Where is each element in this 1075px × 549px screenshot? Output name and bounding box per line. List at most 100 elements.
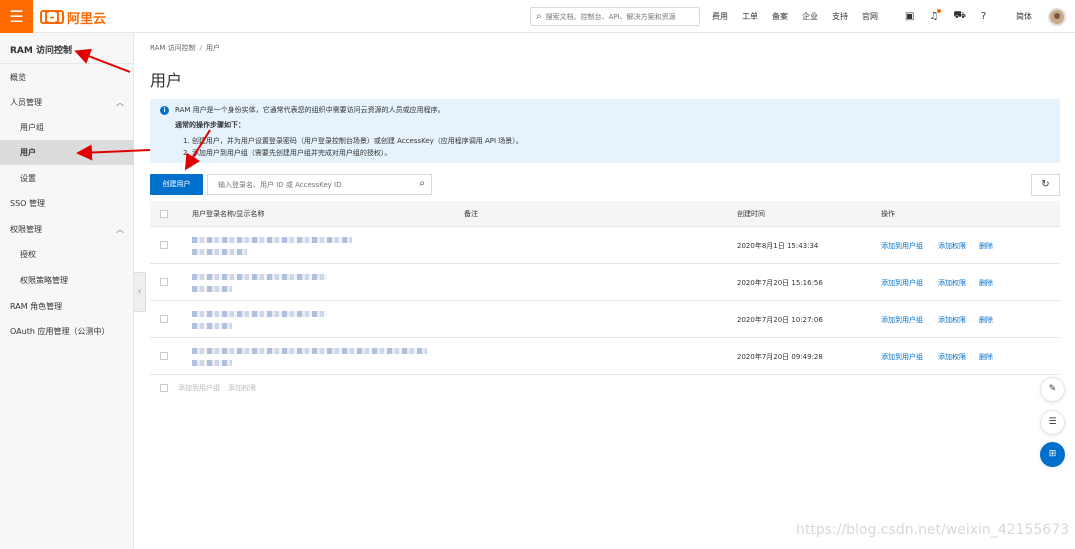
language-switch[interactable]: 简体 [1016, 11, 1032, 22]
table-row: 2020年8月1日 15:43:34 添加到用户组 添加权限 删除 [150, 227, 1060, 264]
add-permission-link[interactable]: 添加权限 [938, 352, 966, 362]
select-all-checkbox[interactable] [160, 210, 168, 218]
sidebar-title[interactable]: RAM 访问控制 [10, 43, 72, 56]
table-row: 2020年7月20日 10:27:06 添加到用户组 添加权限 删除 [150, 301, 1060, 338]
add-to-group-link[interactable]: 添加到用户组 [881, 315, 923, 325]
table-row: 2020年7月20日 15:16:56 添加到用户组 添加权限 删除 [150, 264, 1060, 301]
apps-grid-icon: ⊞ [1048, 449, 1057, 459]
sidebar-item-grants[interactable]: 授权 [0, 242, 134, 267]
breadcrumb-separator: / [199, 44, 202, 52]
sidebar-collapse-handle[interactable]: ‹ [134, 272, 146, 312]
redacted-display-name [192, 286, 232, 292]
refresh-icon: ↻ [1041, 179, 1050, 190]
add-permission-link[interactable]: 添加权限 [938, 315, 966, 325]
nav-link-support[interactable]: 支持 [832, 11, 848, 22]
cart-icon[interactable]: ⛟ [953, 10, 966, 23]
sidebar-item-sso[interactable]: SSO 管理 [0, 191, 134, 216]
chat-button[interactable]: ☰ [1040, 410, 1065, 435]
sidebar-item-policies[interactable]: 权限策略管理 [0, 268, 134, 293]
sidebar-item-label: OAuth 应用管理（公测中） [10, 327, 110, 336]
global-search-input[interactable] [545, 12, 686, 21]
help-icon[interactable]: ? [981, 11, 986, 22]
column-header: 创建时间 [737, 210, 765, 218]
nav-link-official-site[interactable]: 官网 [862, 11, 878, 22]
sidebar-item-label: 授权 [20, 250, 36, 259]
sidebar-item-roles[interactable]: RAM 角色管理 [0, 294, 134, 319]
sidebar-item-label: SSO 管理 [10, 199, 45, 208]
user-search-input[interactable] [218, 180, 408, 189]
nav-link-tickets[interactable]: 工单 [742, 11, 758, 22]
sidebar-item-label: 设置 [20, 174, 36, 183]
logo-mark: [-] [40, 10, 64, 24]
delete-link[interactable]: 删除 [979, 241, 993, 251]
avatar[interactable] [1048, 8, 1066, 26]
notice-step: 2. 添加用户到用户组（需要先创建用户组并完成对用户组的授权）。 [183, 149, 392, 157]
bell-icon[interactable]: ♫ [929, 9, 942, 22]
add-to-group-link[interactable]: 添加到用户组 [881, 241, 923, 251]
apps-button[interactable]: ⊞ [1040, 442, 1065, 467]
breadcrumb-current: 用户 [206, 44, 220, 52]
terminal-icon[interactable]: ▣ [905, 11, 914, 22]
refresh-button[interactable]: ↻ [1031, 174, 1060, 196]
delete-link[interactable]: 删除 [979, 315, 993, 325]
sidebar-item-label: 用户组 [20, 123, 44, 132]
breadcrumb-root[interactable]: RAM 访问控制 [150, 44, 196, 52]
nav-link-enterprise[interactable]: 企业 [802, 11, 818, 22]
add-permission-link[interactable]: 添加权限 [938, 241, 966, 251]
redacted-display-name [192, 249, 247, 255]
redacted-username [192, 274, 327, 280]
sidebar-item-settings[interactable]: 设置 [0, 166, 134, 191]
notice-step: 1. 创建用户，并为用户设置登录密码（用户登录控制台场景）或创建 AccessK… [183, 137, 523, 145]
chevron-up-icon: ︿ [116, 225, 124, 234]
nav-link-icp[interactable]: 备案 [772, 11, 788, 22]
sidebar-group-identities[interactable]: 人员管理 ︿ [0, 90, 134, 115]
redacted-username [192, 237, 352, 243]
user-search[interactable]: ⌕ [207, 174, 432, 195]
sidebar-item-users[interactable]: 用户 [0, 140, 134, 165]
batch-actions: 添加到用户组 添加权限 [160, 383, 256, 393]
batch-select-checkbox[interactable] [160, 384, 168, 392]
column-header: 备注 [464, 210, 478, 218]
add-to-group-link[interactable]: 添加到用户组 [881, 352, 923, 362]
row-checkbox[interactable] [160, 315, 168, 323]
search-icon[interactable]: ⌕ [419, 178, 425, 189]
redacted-username [192, 348, 427, 354]
sidebar-item-oauth[interactable]: OAuth 应用管理（公测中） [0, 319, 134, 344]
row-checkbox[interactable] [160, 241, 168, 249]
sidebar-item-groups[interactable]: 用户组 [0, 115, 134, 140]
sidebar-group-permissions[interactable]: 权限管理 ︿ [0, 217, 134, 242]
create-user-button[interactable]: 创建用户 [150, 174, 203, 195]
sidebar-item-label: 概览 [10, 73, 26, 82]
nav-link-billing[interactable]: 费用 [712, 11, 728, 22]
row-checkbox[interactable] [160, 278, 168, 286]
batch-add-permission[interactable]: 添加权限 [228, 384, 256, 392]
page-title: 用户 [150, 71, 183, 90]
watermark: https://blog.csdn.net/weixin_42155673 [796, 522, 1070, 538]
breadcrumb: RAM 访问控制 / 用户 [150, 43, 220, 53]
batch-add-to-group[interactable]: 添加到用户组 [178, 384, 220, 392]
sidebar-item-label: 人员管理 [10, 98, 42, 107]
global-search[interactable]: ⌕ [530, 7, 700, 26]
menu-icon[interactable]: ☰ [0, 0, 33, 33]
feedback-button[interactable]: ✎ [1040, 377, 1065, 402]
add-to-group-link[interactable]: 添加到用户组 [881, 278, 923, 288]
chat-icon: ☰ [1048, 417, 1057, 427]
aliyun-logo[interactable]: [-] 阿里云 [40, 9, 106, 27]
sidebar-divider [0, 63, 134, 64]
redacted-display-name [192, 323, 232, 329]
row-checkbox[interactable] [160, 352, 168, 360]
created-time: 2020年7月20日 15:16:56 [737, 279, 823, 287]
delete-link[interactable]: 删除 [979, 352, 993, 362]
sidebar-item-label: 用户 [20, 148, 36, 157]
sidebar-item-label: 权限管理 [10, 225, 42, 234]
delete-link[interactable]: 删除 [979, 278, 993, 288]
created-time: 2020年8月1日 15:43:34 [737, 242, 819, 250]
main-content: RAM 访问控制 / 用户 用户 i RAM 用户是一个身份实体，它通常代表您的组织… [150, 33, 1060, 549]
sidebar-item-overview[interactable]: 概览 [0, 65, 134, 90]
sidebar-item-label: RAM 角色管理 [10, 302, 63, 311]
sidebar-item-label: 权限策略管理 [20, 276, 68, 285]
created-time: 2020年7月20日 09:49:28 [737, 353, 823, 361]
sidebar: RAM 访问控制 概览 人员管理 ︿ 用户组 用户 设置 SSO 管理 权限管理 ︿… [0, 33, 134, 549]
add-permission-link[interactable]: 添加权限 [938, 278, 966, 288]
chevron-up-icon: ︿ [116, 98, 124, 107]
